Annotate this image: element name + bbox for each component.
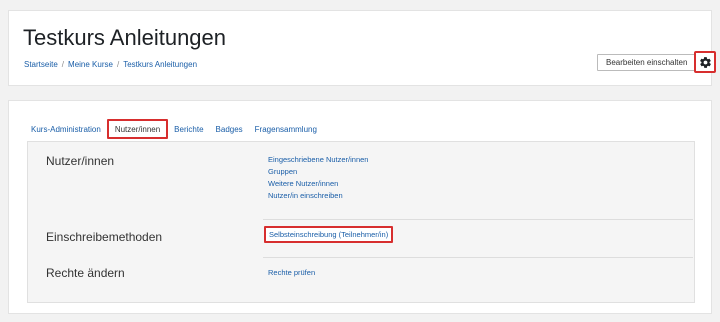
admin-card: Kurs-Administration Nutzer/innen Bericht… [8,100,712,314]
link-enrol-user[interactable]: Nutzer/in einschreiben [268,191,368,200]
admin-tabs: Kurs-Administration Nutzer/innen Bericht… [25,118,323,140]
link-groups[interactable]: Gruppen [268,167,368,176]
breadcrumb: Startseite / Meine Kurse / Testkurs Anle… [24,60,197,69]
course-header: Testkurs Anleitungen Startseite / Meine … [8,10,716,86]
tab-course-administration[interactable]: Kurs-Administration [25,119,107,139]
section-divider [263,219,693,220]
section-divider [263,257,693,258]
breadcrumb-home[interactable]: Startseite [24,60,58,69]
link-enrolled-users[interactable]: Eingeschriebene Nutzer/innen [268,155,368,164]
breadcrumb-my-courses[interactable]: Meine Kurse [68,60,113,69]
section-title-users: Nutzer/innen [46,154,115,168]
permissions-links: Rechte prüfen [268,268,315,277]
section-title-enrolment-methods: Einschreibemethoden [46,230,163,244]
tab-content-panel: Nutzer/innen Eingeschriebene Nutzer/inne… [27,141,695,303]
edit-mode-button[interactable]: Bearbeiten einschalten [597,54,697,71]
section-title-permissions: Rechte ändern [46,266,125,280]
gear-icon [699,56,711,68]
tab-users[interactable]: Nutzer/innen [106,119,169,139]
link-self-enrolment[interactable]: Selbsteinschreibung (Teilnehmer/in) [264,226,394,243]
tab-reports[interactable]: Berichte [168,119,209,139]
page-title: Testkurs Anleitungen [23,25,227,50]
breadcrumb-separator: / [61,60,65,69]
users-links: Eingeschriebene Nutzer/innen Gruppen Wei… [268,155,368,200]
link-other-users[interactable]: Weitere Nutzer/innen [268,179,368,188]
course-settings-button[interactable] [694,51,716,73]
breadcrumb-course[interactable]: Testkurs Anleitungen [123,60,197,69]
enrolment-links: Selbsteinschreibung (Teilnehmer/in) [264,226,394,243]
tab-badges[interactable]: Badges [210,119,249,139]
breadcrumb-separator: / [116,60,120,69]
tab-question-bank[interactable]: Fragensammlung [249,119,323,139]
link-check-permissions[interactable]: Rechte prüfen [268,268,315,277]
